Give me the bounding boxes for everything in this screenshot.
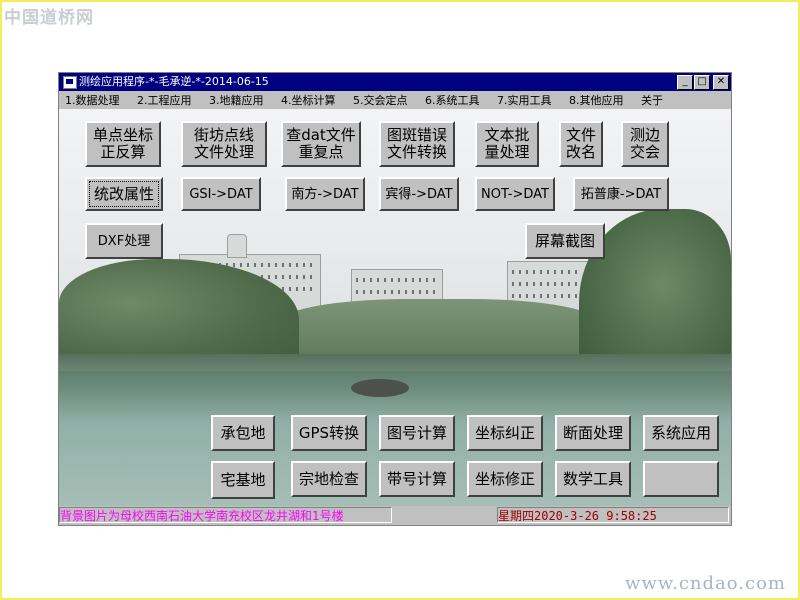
gsi-to-dat-button[interactable]: GSI->DAT bbox=[181, 177, 261, 211]
homestead-button[interactable]: 宅基地 bbox=[211, 461, 275, 499]
menu-utilities[interactable]: 7.实用工具 bbox=[497, 94, 552, 107]
contract-land-button[interactable]: 承包地 bbox=[211, 415, 275, 451]
file-rename-button[interactable]: 文件 改名 bbox=[559, 121, 603, 167]
zone-number-calc-button[interactable]: 带号计算 bbox=[379, 461, 455, 497]
status-datetime: 星期四2020-3-26 9:58:25 bbox=[497, 507, 729, 523]
lake-rock bbox=[351, 379, 409, 397]
status-bar: 背景图片为母校西南石油大学南充校区龙井湖和1号楼 星期四2020-3-26 9:… bbox=[59, 506, 731, 524]
menu-cadastral[interactable]: 3.地籍应用 bbox=[209, 94, 264, 107]
coord-correct-button[interactable]: 坐标修正 bbox=[467, 461, 543, 497]
menu-intersection[interactable]: 5.交会定点 bbox=[353, 94, 408, 107]
single-point-coord-button[interactable]: 单点坐标 正反算 bbox=[85, 121, 161, 167]
topcon-to-dat-button[interactable]: 拓普康->DAT bbox=[573, 177, 669, 211]
system-apps-button[interactable]: 系统应用 bbox=[643, 415, 719, 451]
title-bar[interactable]: 测绘应用程序-*-毛承逆-*-2014-06-15 _ □ ✕ bbox=[59, 73, 731, 91]
status-background-caption: 背景图片为母校西南石油大学南充校区龙井湖和1号楼 bbox=[59, 507, 392, 523]
maximize-button[interactable]: □ bbox=[694, 75, 710, 90]
screenshot-button[interactable]: 屏幕截图 bbox=[525, 223, 605, 259]
not-to-dat-button[interactable]: NOT->DAT bbox=[475, 177, 555, 211]
minimize-button[interactable]: _ bbox=[677, 75, 693, 90]
section-process-button[interactable]: 断面处理 bbox=[555, 415, 631, 451]
menu-coordinate-calc[interactable]: 4.坐标计算 bbox=[281, 94, 336, 107]
coord-rectify-button[interactable]: 坐标纠正 bbox=[467, 415, 543, 451]
window-title: 测绘应用程序-*-毛承逆-*-2014-06-15 bbox=[79, 75, 269, 88]
dxf-process-button[interactable]: DXF处理 bbox=[85, 223, 163, 259]
watermark-top: 中国道桥网 bbox=[4, 8, 94, 28]
parcel-error-convert-button[interactable]: 图斑错误 文件转换 bbox=[379, 121, 455, 167]
batch-attribute-button[interactable]: 统改属性 bbox=[85, 177, 163, 211]
south-to-dat-button[interactable]: 南方->DAT bbox=[285, 177, 365, 211]
menu-data-processing[interactable]: 1.数据处理 bbox=[65, 94, 120, 107]
batch-text-button[interactable]: 文本批 量处理 bbox=[475, 121, 539, 167]
menu-engineering[interactable]: 2.工程应用 bbox=[137, 94, 192, 107]
watermark-bottom: www.cndao.com bbox=[625, 573, 786, 594]
menu-other[interactable]: 8.其他应用 bbox=[569, 94, 624, 107]
app-icon[interactable] bbox=[63, 76, 77, 89]
menu-system-tools[interactable]: 6.系统工具 bbox=[425, 94, 480, 107]
menu-bar: 1.数据处理 2.工程应用 3.地籍应用 4.坐标计算 5.交会定点 6.系统工… bbox=[59, 91, 731, 109]
pentax-to-dat-button[interactable]: 宾得->DAT bbox=[379, 177, 459, 211]
street-point-line-button[interactable]: 街坊点线 文件处理 bbox=[181, 121, 267, 167]
math-tools-button[interactable]: 数学工具 bbox=[555, 461, 631, 497]
blank-button[interactable] bbox=[643, 461, 719, 497]
close-button[interactable]: ✕ bbox=[713, 75, 729, 90]
parcel-check-button[interactable]: 宗地检查 bbox=[291, 461, 367, 497]
gps-convert-button[interactable]: GPS转换 bbox=[291, 415, 367, 451]
app-window: 测绘应用程序-*-毛承逆-*-2014-06-15 _ □ ✕ 1.数据处理 2… bbox=[58, 72, 732, 526]
side-intersection-button[interactable]: 测边 交会 bbox=[621, 121, 669, 167]
menu-about[interactable]: 关于 bbox=[641, 94, 663, 107]
sheet-number-calc-button[interactable]: 图号计算 bbox=[379, 415, 455, 451]
dat-duplicate-check-button[interactable]: 查dat文件 重复点 bbox=[281, 121, 361, 167]
